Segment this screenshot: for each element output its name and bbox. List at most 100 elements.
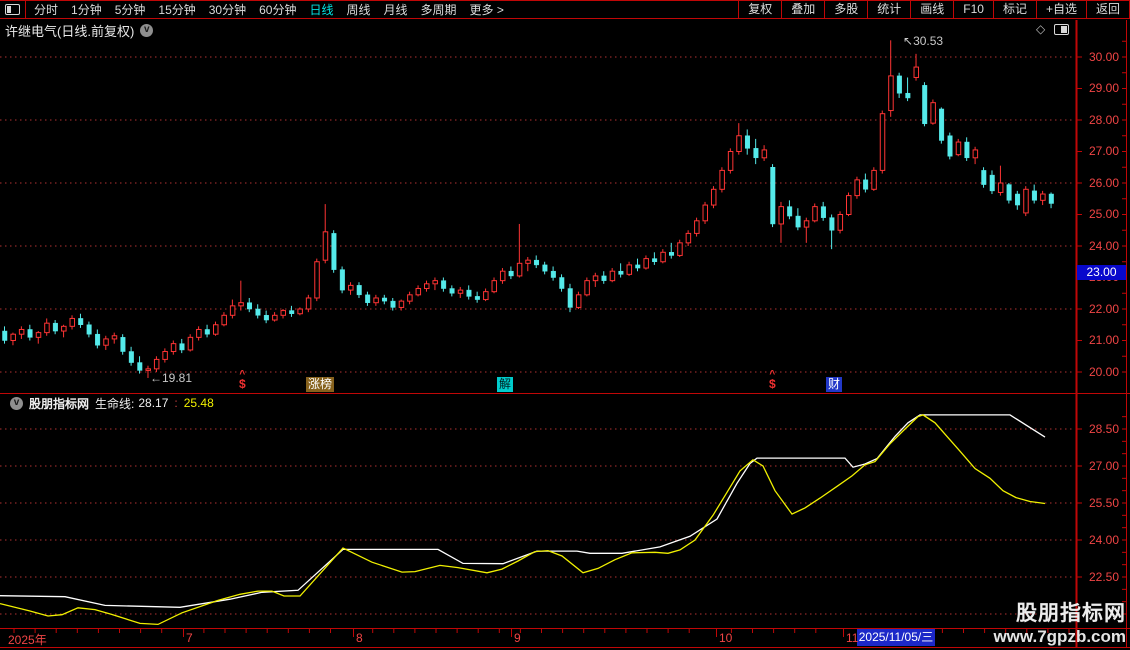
candle-body (247, 302, 253, 310)
watermark-url: www.7gpzb.com (993, 627, 1126, 646)
candle-body (78, 318, 84, 326)
candle-body (879, 113, 886, 171)
candle-body (1023, 188, 1029, 214)
candle-body (736, 135, 742, 152)
candle-body (1031, 190, 1037, 201)
tool-menu-item[interactable]: 画线 (910, 1, 953, 18)
diamond-icon[interactable]: ◇ (1036, 22, 1045, 36)
candle-body (1040, 193, 1046, 201)
candle-body (407, 294, 413, 302)
sell-signal-icon[interactable]: ^ $ (239, 369, 246, 391)
event-signal-badge[interactable]: 财 (826, 377, 843, 392)
candle-body (778, 206, 784, 225)
candle-body (196, 328, 202, 338)
caret-icon: ^ (239, 369, 246, 380)
candle-body (939, 108, 945, 141)
candle-body (373, 297, 379, 304)
event-signal-badge[interactable]: 解 (497, 377, 514, 392)
candle-body (727, 151, 734, 171)
period-menu-item[interactable]: 多周期 (421, 1, 457, 18)
candle-body (61, 325, 67, 332)
candle-body (339, 269, 345, 291)
indicator-header: v 股朋指标网 生命线: 28.17 : 25.48 (0, 395, 214, 411)
main-price-label: 25.00 (1088, 207, 1120, 221)
candle-body (694, 220, 700, 234)
watermark-site-name: 股朋指标网 (1016, 602, 1126, 625)
candle-body (677, 242, 683, 256)
candle-body (331, 233, 337, 270)
candle-body (635, 264, 641, 269)
sub-price-label: 24.00 (1088, 532, 1120, 547)
candle-body (213, 324, 219, 335)
candle-body (162, 351, 168, 360)
candle-body (669, 252, 675, 256)
candle-body (837, 214, 844, 231)
sell-signal-icon[interactable]: ^ $ (769, 369, 776, 391)
candle-body (44, 322, 50, 334)
candle-body (356, 285, 362, 296)
period-menu-item[interactable]: 15分钟 (158, 1, 195, 18)
period-menu-item[interactable]: 1分钟 (71, 1, 102, 18)
candle-body (930, 102, 936, 124)
chart-canvas[interactable] (0, 0, 1130, 650)
candle-body (525, 259, 531, 264)
indicator-separator: : (174, 396, 178, 410)
candle-body (297, 308, 303, 315)
title-row-icons: ◇ (1036, 22, 1070, 36)
split-pane-icon[interactable] (1054, 23, 1070, 35)
candle-body (643, 258, 649, 269)
high-price-marker: ↖30.53 (903, 34, 943, 48)
candle-body (601, 275, 607, 281)
candle-body (474, 296, 480, 300)
tool-menu-item[interactable]: 统计 (867, 1, 910, 18)
candle-body (542, 264, 548, 272)
tool-menu-item[interactable]: +自选 (1035, 1, 1086, 18)
tool-menu-item[interactable]: 标记 (992, 1, 1036, 18)
event-signal-badge[interactable]: 涨榜 (306, 377, 335, 392)
candle-body (238, 302, 244, 307)
chevron-down-icon[interactable]: v (10, 396, 23, 410)
period-menu-item[interactable]: 分时 (34, 1, 58, 18)
candle-body (52, 322, 58, 332)
candle-body (812, 206, 818, 222)
tool-menu-item[interactable]: 叠加 (781, 1, 824, 18)
candle-body (255, 308, 261, 316)
watermark: 股朋指标网 www.7gpzb.com (993, 597, 1126, 647)
period-menu-item[interactable]: 月线 (384, 1, 408, 18)
tool-menu-item[interactable]: 返回 (1085, 1, 1130, 18)
candle-body (305, 297, 312, 310)
sub-price-label: 22.50 (1088, 569, 1120, 584)
tool-menu-item[interactable]: 多股 (824, 1, 867, 18)
sub-price-label: 27.00 (1088, 458, 1120, 473)
candle-body (137, 362, 143, 371)
main-price-label: 28.00 (1088, 112, 1120, 127)
candle-body (584, 280, 590, 296)
candle-body (803, 220, 810, 228)
sub-price-label: 25.50 (1088, 495, 1120, 510)
candle-body (272, 314, 278, 321)
candle-body (398, 300, 405, 308)
candle-body (1006, 184, 1012, 201)
top-toolbar: 分时 1分钟 5分钟 15分钟 30分钟 60分钟 日线 周线 月线 多周期 更多 > 复权 叠加 多股… (0, 0, 1130, 19)
period-menu-item[interactable]: 周线 (346, 1, 370, 18)
period-menu-item[interactable]: 60分钟 (259, 1, 296, 18)
split-pane-icon[interactable] (5, 4, 20, 15)
tool-menu-item[interactable]: F10 (953, 1, 993, 18)
caret-icon: ^ (769, 369, 776, 380)
period-menu-item[interactable]: 5分钟 (115, 1, 146, 18)
period-menu-item[interactable]: 更多 > (470, 1, 504, 18)
candle-body (829, 217, 835, 231)
chevron-down-icon[interactable]: v (140, 23, 154, 37)
indicator-source: 股朋指标网 (29, 396, 90, 411)
stock-app-window: 分时 1分钟 5分钟 15分钟 30分钟 60分钟 日线 周线 月线 多周期 更多 > 复权 叠加 多股… (0, 0, 1130, 650)
tool-menu-item[interactable]: 复权 (738, 1, 781, 18)
period-menu-item[interactable]: 30分钟 (209, 1, 246, 18)
month-label: 7 (186, 631, 193, 645)
candle-body (10, 333, 16, 342)
main-price-label: 22.00 (1088, 301, 1120, 316)
candle-body (314, 261, 320, 299)
candle-body (997, 182, 1004, 193)
period-menu-item[interactable]: 日线 (309, 1, 333, 18)
candle-body (896, 75, 902, 94)
candle-body (618, 270, 624, 275)
